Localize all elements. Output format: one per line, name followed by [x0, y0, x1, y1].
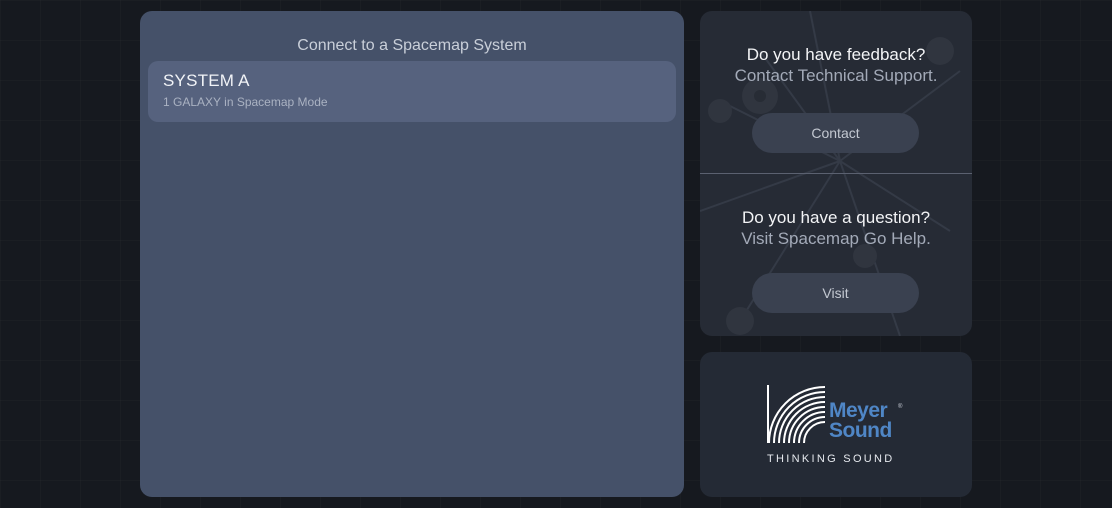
brand-name: Meyer Sound — [829, 399, 892, 442]
visit-button[interactable]: Visit — [752, 273, 919, 313]
logo-panel: Meyer Sound ® THINKING SOUND — [700, 352, 972, 497]
feedback-heading: Do you have feedback? — [746, 45, 926, 64]
support-panel: Do you have feedback? Contact Technical … — [700, 11, 972, 336]
registered-mark: ® — [898, 404, 903, 410]
brand-name-line1: Meyer — [829, 399, 888, 422]
brand-name-line2: Sound — [829, 419, 892, 442]
question-heading: Do you have a question? — [741, 208, 931, 227]
system-card-system-a[interactable]: SYSTEM A 1 GALAXY in Spacemap Mode — [148, 61, 676, 122]
meyer-sound-logo-icon — [767, 385, 826, 443]
system-name: SYSTEM A — [163, 71, 250, 90]
system-subtitle: 1 GALAXY in Spacemap Mode — [163, 95, 328, 109]
question-section: Do you have a question? Visit Spacemap G… — [700, 207, 972, 249]
feedback-subheading: Contact Technical Support. — [734, 66, 938, 85]
systems-title: Connect to a Spacemap System — [297, 37, 527, 54]
question-subheading: Visit Spacemap Go Help. — [741, 229, 931, 248]
contact-button[interactable]: Contact — [752, 113, 919, 153]
support-divider — [700, 173, 972, 174]
systems-panel: Connect to a Spacemap System SYSTEM A 1 … — [140, 11, 684, 497]
feedback-section: Do you have feedback? Contact Technical … — [700, 44, 972, 86]
brand-tagline: THINKING SOUND — [767, 453, 895, 465]
